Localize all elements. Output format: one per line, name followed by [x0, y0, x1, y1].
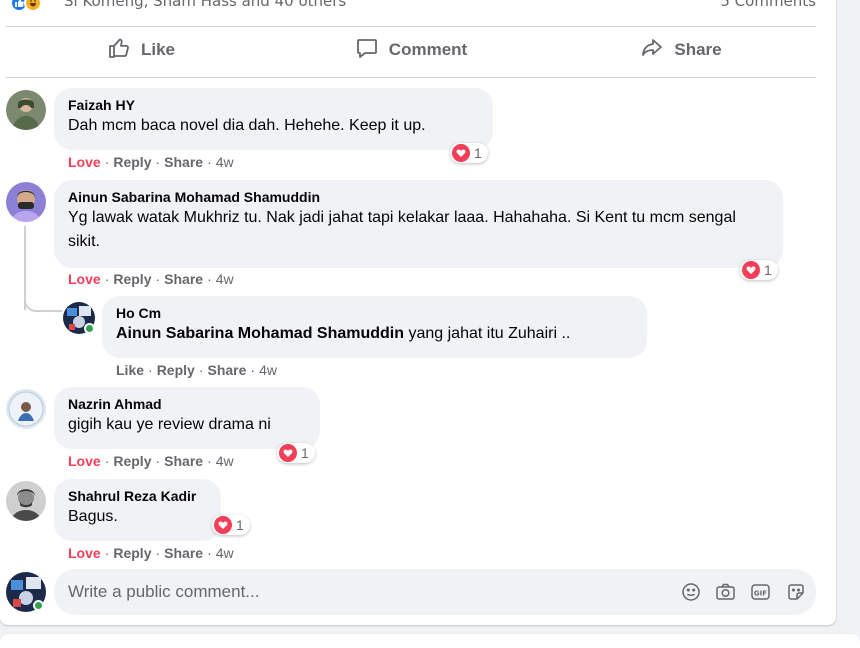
comment-composer: GIF [54, 569, 816, 615]
camera-icon[interactable] [715, 581, 736, 602]
reply-button[interactable]: Reply [113, 154, 151, 170]
composer-tools: GIF [680, 581, 806, 602]
online-status-indicator [33, 600, 44, 611]
comment-text: Dah mcm baca novel dia dah. Hehehe. Keep… [68, 117, 426, 134]
comment-time[interactable]: 4w [216, 154, 234, 170]
reaction-count: 1 [301, 445, 309, 461]
like-button[interactable]: Like [6, 32, 276, 68]
reaction-count: 1 [474, 145, 482, 161]
comment-bubble: Shahrul Reza Kadir Bagus. [54, 479, 221, 541]
reply-button[interactable]: Reply [157, 362, 195, 378]
comment-bubble: Faizah HY Dah mcm baca novel dia dah. He… [54, 88, 493, 150]
comment-meta: Love · Reply · Share · 4w [68, 271, 234, 287]
reactions-summary-row: Si Komeng, Sham Hass and 40 others 5 Com… [6, 0, 816, 12]
avatar[interactable] [6, 182, 46, 222]
comment-author[interactable]: Ainun Sabarina Mohamad Shamuddin [68, 188, 769, 206]
gif-icon[interactable]: GIF [750, 581, 771, 602]
comment-meta: Love · Reply · Share · 4w [68, 453, 234, 469]
comment-author[interactable]: Faizah HY [68, 96, 479, 114]
comment-meta: Love · Reply · Share · 4w [68, 545, 234, 561]
heart-icon [452, 144, 470, 162]
reply-button[interactable]: Reply [113, 271, 151, 287]
avatar[interactable] [6, 389, 46, 429]
reply-bubble: Ho Cm Ainun Sabarina Mohamad Shamuddin y… [102, 296, 647, 358]
love-button[interactable]: Love [68, 453, 101, 469]
comment-label: Comment [388, 40, 468, 59]
share-button[interactable]: Share [546, 32, 816, 68]
emoji-icon[interactable] [680, 581, 701, 602]
share-comment-button[interactable]: Share [164, 154, 203, 170]
comment-reaction-badge[interactable]: 1 [277, 443, 315, 463]
comment-author[interactable]: Nazrin Ahmad [68, 395, 306, 413]
heart-icon [214, 516, 232, 534]
comment-input[interactable] [68, 569, 648, 615]
comment-reaction-badge[interactable]: 1 [450, 143, 488, 163]
heart-icon [279, 444, 297, 462]
share-label: Share [674, 40, 722, 59]
avatar[interactable] [6, 481, 46, 521]
divider [6, 26, 816, 27]
online-status-indicator [84, 323, 95, 334]
love-button[interactable]: Love [68, 154, 101, 170]
share-comment-button[interactable]: Share [164, 545, 203, 561]
comment-meta: Love · Reply · Share · 4w [68, 154, 234, 170]
like-label: Like [140, 40, 176, 59]
comment-button[interactable]: Comment [276, 32, 546, 68]
comment-time[interactable]: 4w [216, 271, 234, 287]
comment-time[interactable]: 4w [259, 362, 277, 378]
share-comment-button[interactable]: Share [207, 362, 246, 378]
comment-text: Bagus. [68, 508, 118, 525]
divider [6, 77, 816, 78]
like-comment-button[interactable]: Like [116, 362, 144, 378]
comment-icon [355, 36, 379, 65]
share-icon [640, 36, 664, 65]
svg-text:GIF: GIF [754, 589, 767, 597]
comment-time[interactable]: 4w [216, 453, 234, 469]
reply-author[interactable]: Ho Cm [116, 304, 633, 322]
comment-text: Yg lawak watak Mukhriz tu. Nak jadi jaha… [68, 209, 736, 250]
reply-thread-connector [24, 296, 62, 312]
comment-bubble: Nazrin Ahmad gigih kau ye review drama n… [54, 387, 320, 449]
love-button[interactable]: Love [68, 271, 101, 287]
reaction-icons[interactable] [10, 0, 42, 12]
love-button[interactable]: Love [68, 545, 101, 561]
avatar[interactable] [6, 90, 46, 130]
post-action-bar: Like Comment Share [6, 32, 816, 68]
comment-bubble: Ainun Sabarina Mohamad Shamuddin Yg lawa… [54, 180, 783, 268]
comment-reaction-badge[interactable]: 1 [740, 260, 778, 280]
reply-meta: Like · Reply · Share · 4w [116, 362, 277, 378]
reply-button[interactable]: Reply [113, 453, 151, 469]
haha-reaction-icon [24, 0, 42, 12]
sticker-icon[interactable] [785, 581, 806, 602]
reply-text: yang jahat itu Zuhairi .. [408, 325, 571, 342]
comment-reaction-badge[interactable]: 1 [212, 515, 250, 535]
next-post-card [0, 634, 860, 648]
reaction-count: 1 [236, 517, 244, 533]
comment-author[interactable]: Shahrul Reza Kadir [68, 487, 207, 505]
reply-button[interactable]: Reply [113, 545, 151, 561]
reaction-count: 1 [764, 262, 772, 278]
comment-text: gigih kau ye review drama ni [68, 416, 271, 433]
heart-icon [742, 261, 760, 279]
comment-time[interactable]: 4w [216, 545, 234, 561]
like-icon [107, 36, 131, 65]
reactions-summary-text[interactable]: Si Komeng, Sham Hass and 40 others [64, 0, 346, 10]
comments-count[interactable]: 5 Comments [720, 0, 816, 10]
share-comment-button[interactable]: Share [164, 453, 203, 469]
share-comment-button[interactable]: Share [164, 271, 203, 287]
mention-link[interactable]: Ainun Sabarina Mohamad Shamuddin [116, 325, 404, 342]
